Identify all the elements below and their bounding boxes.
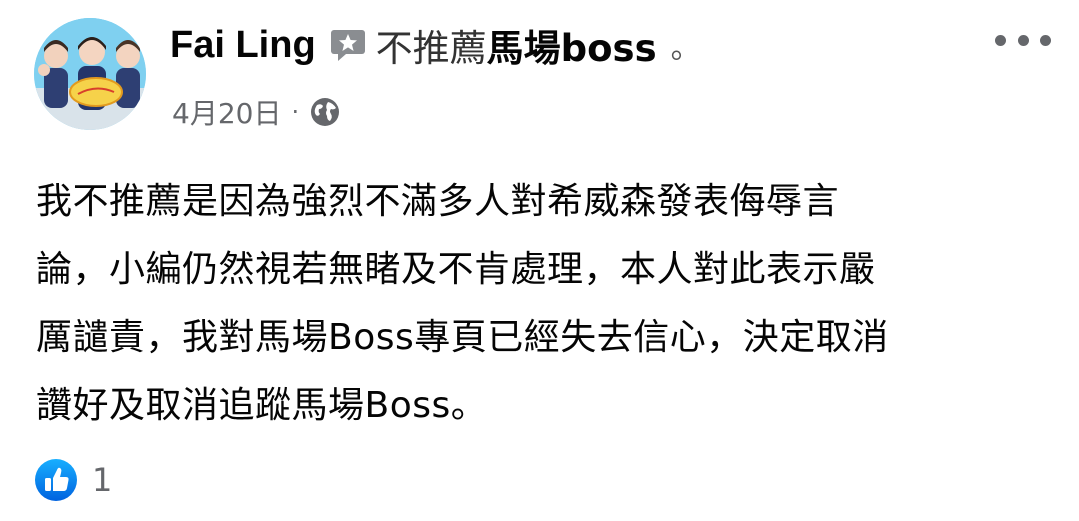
like-icon bbox=[34, 458, 78, 502]
avatar[interactable] bbox=[34, 18, 146, 130]
more-dot-icon bbox=[1040, 34, 1051, 46]
post-text-line: 我不推薦是因為強烈不滿多人對希威森發表侮辱言 bbox=[36, 181, 840, 222]
more-dot-icon bbox=[995, 34, 1006, 46]
more-dot-icon bbox=[1017, 34, 1029, 46]
post-body: 我不推薦是因為強烈不滿多人對希威森發表侮辱言 論，小編仍然視若無睹及不肯處理，本… bbox=[36, 168, 1046, 440]
facebook-post: Fai Ling 不推薦 馬場boss 。 4月20日 · 我不推薦是因為強烈不… bbox=[0, 0, 1079, 521]
globe-icon[interactable] bbox=[309, 96, 341, 128]
post-text-line: 論，小編仍然視若無睹及不肯處理，本人對此表示嚴 bbox=[36, 249, 876, 290]
author-name[interactable]: Fai Ling bbox=[170, 24, 316, 67]
reactions-summary[interactable]: 1 bbox=[34, 458, 112, 502]
post-header: Fai Ling 不推薦 馬場boss 。 bbox=[170, 18, 701, 72]
post-text-line: 厲譴責，我對馬場Boss專頁已經失去信心，決定取消 bbox=[36, 317, 889, 358]
reaction-count: 1 bbox=[92, 461, 113, 499]
meta-separator: · bbox=[291, 98, 300, 126]
status-text: 不推薦 bbox=[375, 27, 487, 70]
more-options-button[interactable] bbox=[995, 22, 1051, 58]
avatar-photo bbox=[34, 18, 146, 130]
status-end-mark: 。 bbox=[670, 31, 701, 66]
status-recommendation-icon bbox=[328, 27, 368, 63]
post-date[interactable]: 4月20日 bbox=[172, 92, 281, 132]
post-meta: 4月20日 · bbox=[172, 90, 341, 134]
post-text-line: 讚好及取消追蹤馬場Boss。 bbox=[36, 385, 488, 426]
recommended-page-link[interactable]: 馬場boss bbox=[487, 18, 657, 72]
